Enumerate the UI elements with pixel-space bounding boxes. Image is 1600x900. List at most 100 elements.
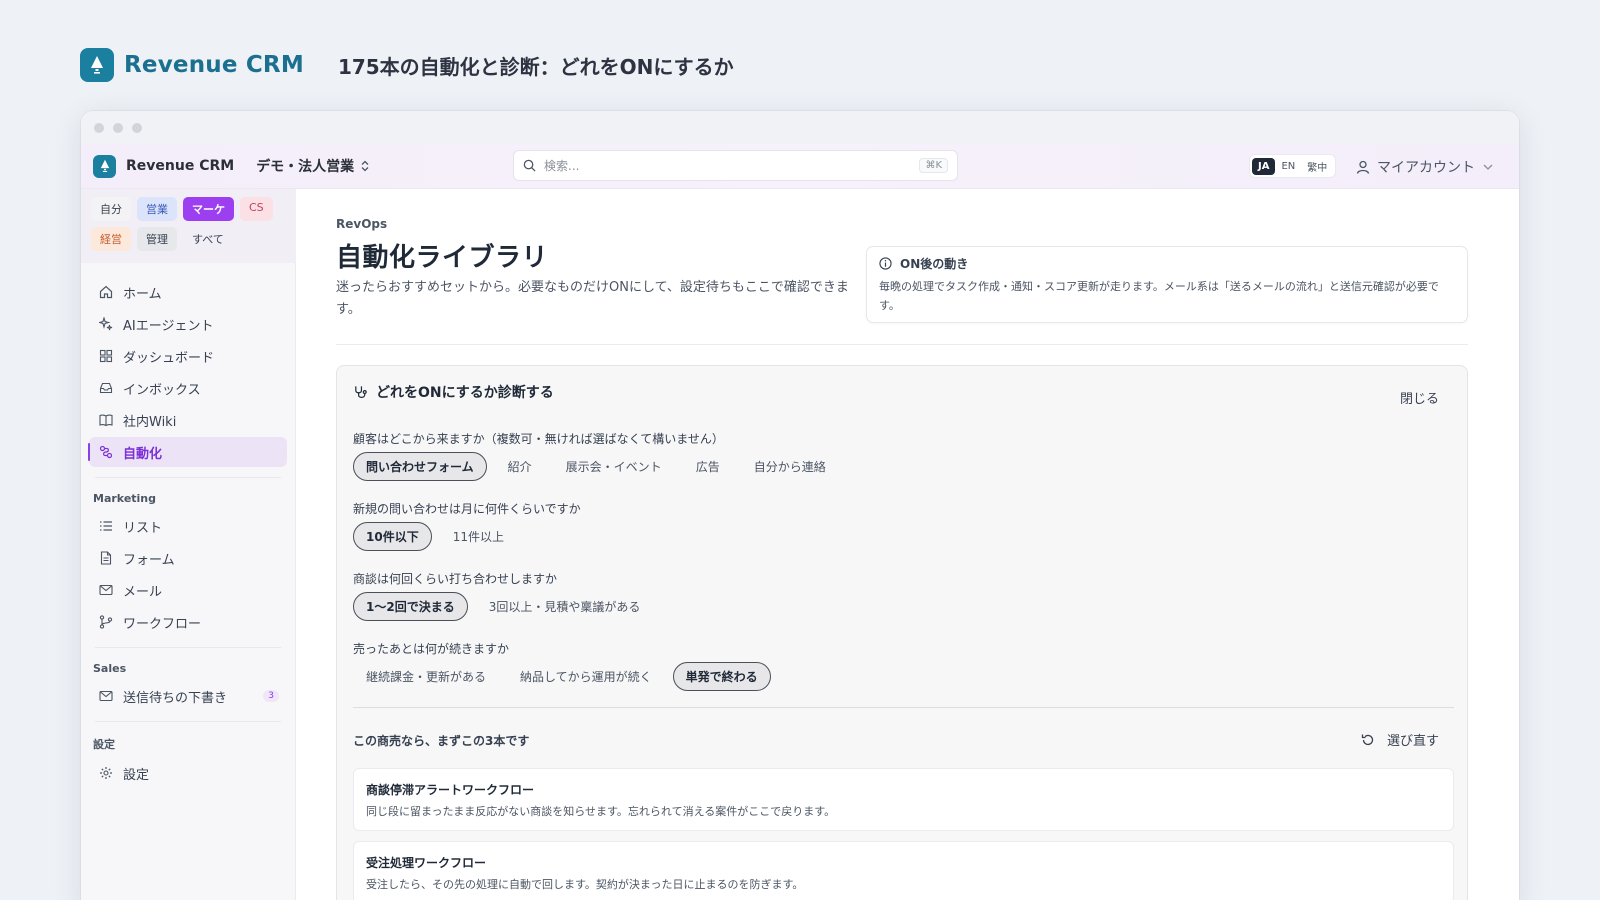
option-ads[interactable]: 広告: [683, 452, 733, 481]
app-window: Revenue CRM デモ・法人営業 ⌘K JA EN 繁中 マイアカウント …: [81, 111, 1519, 900]
role-chip-self[interactable]: 自分: [91, 197, 131, 221]
recommendation-description: 受注したら、その先の処理に自動で回します。契約が決まった日に止まるのを防ぎます。: [366, 878, 804, 891]
option-3-plus-meetings[interactable]: 3回以上・見積や稟議がある: [476, 592, 654, 621]
options-meetings: 1〜2回で決まる 3回以上・見積や稟議がある: [353, 592, 661, 621]
sidebar-item-ai-agent[interactable]: AIエージェント: [89, 309, 287, 339]
role-chip-cs[interactable]: CS: [240, 197, 273, 221]
sidebar-item-dashboard[interactable]: ダッシュボード: [89, 341, 287, 371]
sidebar-divider: [95, 477, 281, 478]
sparkles-icon: [99, 317, 113, 331]
option-1-2-meetings[interactable]: 1〜2回で決まる: [353, 592, 468, 621]
info-card-body: 毎晩の処理でタスク作成・通知・スコア更新が走ります。メール系は「送るメールの流れ…: [879, 280, 1439, 312]
count-badge: 3: [263, 690, 279, 702]
option-exhibition-event[interactable]: 展示会・イベント: [553, 452, 675, 481]
workflow-icon: [99, 615, 113, 629]
role-chip-admin[interactable]: 管理: [137, 227, 177, 251]
reselect-button[interactable]: 選び直す: [1361, 730, 1439, 749]
recommendation-card[interactable]: 商談停滞アラートワークフロー 同じ段に留まったまま反応がない商談を知らせます。忘…: [353, 768, 1454, 831]
recommendation-title: この商売なら、まずこの3本です: [353, 734, 530, 748]
option-referral[interactable]: 紹介: [495, 452, 545, 481]
sidebar-item-label: AIエージェント: [123, 318, 214, 334]
option-inquiry-form[interactable]: 問い合わせフォーム: [353, 452, 487, 481]
diagnosis-header: どれをONにするか診断する: [353, 382, 554, 402]
page-description: 迷ったらおすすめセットから。必要なものだけONにして、設定待ちもここで確認できま…: [336, 280, 849, 317]
brand-name: Revenue CRM: [124, 52, 304, 78]
option-11-or-more[interactable]: 11件以上: [440, 522, 517, 551]
role-chip-marketing[interactable]: マーケ: [183, 197, 234, 221]
sidebar-item-label: インボックス: [123, 382, 201, 398]
section-divider: [336, 344, 1468, 345]
question-meetings: 商談は何回くらい打ち合わせしますか: [353, 572, 558, 586]
workspace-switcher[interactable]: デモ・法人営業: [256, 156, 370, 176]
search-icon: [523, 159, 536, 172]
sidebar-item-pending-drafts[interactable]: 送信待ちの下書き 3: [89, 681, 287, 711]
page-header: Revenue CRM 175本の自動化と診断：どれをONにするか: [80, 48, 734, 82]
home-icon: [99, 285, 113, 299]
role-chip-all[interactable]: すべて: [183, 227, 233, 251]
role-filter: 自分 営業 マーケ CS 経営 管理 すべて: [81, 189, 296, 263]
list-icon: [100, 521, 112, 531]
automation-icon: [99, 445, 113, 459]
option-outbound[interactable]: 自分から連絡: [741, 452, 839, 481]
option-10-or-less[interactable]: 10件以下: [353, 522, 432, 551]
main-content: RevOps 自動化ライブラリ 迷ったらおすすめセットから。必要なものだけONに…: [297, 189, 1519, 900]
role-chip-executive[interactable]: 経営: [91, 227, 131, 251]
recommendation-card[interactable]: 受注処理ワークフロー 受注したら、その先の処理に自動で回します。契約が決まった日…: [353, 841, 1454, 900]
sidebar-section-sales: Sales: [93, 662, 127, 675]
search-shortcut-hint: ⌘K: [919, 158, 948, 173]
gear-icon: [100, 767, 112, 779]
lang-en-button[interactable]: EN: [1275, 158, 1301, 175]
inbox-icon: [99, 382, 113, 394]
dashboard-icon: [99, 349, 113, 363]
search-box[interactable]: ⌘K: [513, 150, 958, 181]
option-recurring-billing[interactable]: 継続課金・更新がある: [353, 662, 499, 691]
role-chip-sales[interactable]: 営業: [137, 197, 177, 221]
user-icon: [1356, 160, 1370, 174]
sidebar-item-lists[interactable]: リスト: [89, 511, 287, 541]
recommendation-name: 商談停滞アラートワークフロー: [366, 783, 535, 797]
sidebar-item-settings[interactable]: 設定: [89, 758, 287, 788]
recommendation-name: 受注処理ワークフロー: [366, 856, 487, 870]
window-minimize-dot[interactable]: [113, 122, 123, 133]
chevron-down-icon: [1483, 164, 1493, 170]
sidebar-item-label: メール: [123, 584, 163, 600]
window-zoom-dot[interactable]: [132, 122, 142, 133]
sidebar-item-inbox[interactable]: インボックス: [89, 373, 287, 403]
chevron-up-down-icon: [361, 160, 369, 172]
lang-ja-button[interactable]: JA: [1252, 157, 1276, 175]
question-customer-source: 顧客はどこから来ますか（複数可・無ければ選ばなくて構いません）: [353, 432, 724, 446]
stethoscope-icon: [355, 385, 367, 398]
options-customer-source: 問い合わせフォーム 紹介 展示会・イベント 広告 自分から連絡: [353, 452, 847, 481]
account-menu[interactable]: マイアカウント: [1356, 157, 1493, 177]
sidebar-item-label: ダッシュボード: [123, 350, 215, 366]
breadcrumb[interactable]: RevOps: [336, 217, 387, 231]
sidebar-item-label: ホーム: [123, 286, 162, 302]
sidebar-item-automation[interactable]: 自動化: [88, 437, 287, 467]
sidebar-nav: ホーム AIエージェント ダッシュボード インボックス 社内Wiki 自動化 M…: [81, 263, 295, 788]
sidebar-item-label: フォーム: [123, 552, 175, 568]
info-card-title: ON後の動き: [900, 257, 969, 271]
options-monthly-inquiries: 10件以下 11件以上: [353, 522, 525, 551]
sidebar-section-settings: 設定: [93, 738, 115, 751]
workspace-label: デモ・法人営業: [256, 159, 355, 175]
sidebar-item-wiki[interactable]: 社内Wiki: [89, 405, 287, 435]
sidebar-item-forms[interactable]: フォーム: [89, 543, 287, 573]
top-bar: Revenue CRM デモ・法人営業 ⌘K JA EN 繁中 マイアカウント: [81, 144, 1519, 189]
diagnosis-panel: どれをONにするか診断する 閉じる 顧客はどこから来ますか（複数可・無ければ選ば…: [336, 365, 1468, 900]
option-ongoing-operation[interactable]: 納品してから運用が続く: [507, 662, 665, 691]
sidebar-divider: [95, 721, 281, 722]
sidebar-item-workflow[interactable]: ワークフロー: [89, 607, 287, 637]
lang-zh-button[interactable]: 繁中: [1301, 156, 1333, 177]
brand-logo-icon: [80, 48, 114, 82]
option-one-time[interactable]: 単発で終わる: [672, 662, 771, 691]
refresh-icon: [1361, 734, 1374, 745]
search-input[interactable]: [544, 158, 920, 173]
sidebar-item-email[interactable]: メール: [89, 575, 287, 605]
close-diagnosis-button[interactable]: 閉じる: [1400, 388, 1439, 407]
sidebar-divider: [95, 647, 281, 648]
window-close-dot[interactable]: [94, 122, 104, 133]
recommendation-description: 同じ段に留まったまま反応がない商談を知らせます。忘れられて消える案件がここで戻り…: [366, 805, 836, 818]
app-logo-icon[interactable]: [93, 154, 116, 178]
sidebar-item-home[interactable]: ホーム: [89, 277, 287, 307]
sidebar-item-label: 社内Wiki: [123, 414, 177, 430]
